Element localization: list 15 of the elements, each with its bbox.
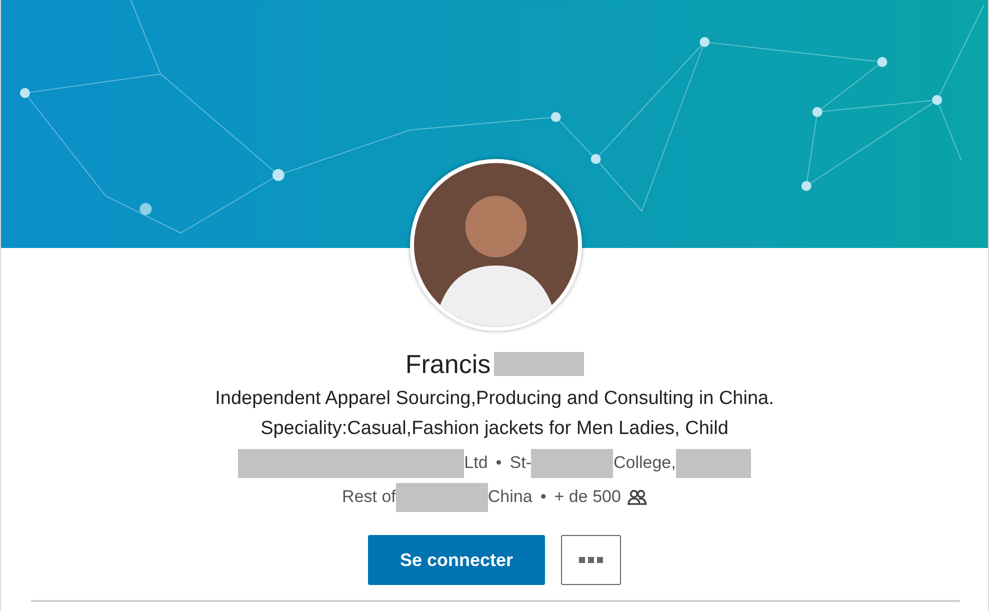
location-text: China <box>488 487 532 507</box>
experience-text: Ltd <box>464 453 488 473</box>
more-icon <box>579 557 603 563</box>
experience-text: St- <box>510 453 532 473</box>
headline-text: Independent Apparel Sourcing,Producing and Consulting in China. <box>215 387 774 411</box>
headline-text: Speciality:Casual,Fashion jackets for Men Ladies, Child <box>260 417 730 441</box>
location-text: Rest of <box>342 487 396 507</box>
more-button[interactable] <box>561 535 621 585</box>
separator-dot: • <box>496 453 502 473</box>
location-text: + de 500 <box>554 487 621 507</box>
experience-text: College, <box>613 453 676 473</box>
separator-dot: • <box>540 487 546 507</box>
connect-button[interactable]: Se connecter <box>368 535 545 585</box>
people-icon <box>626 489 647 505</box>
profile-name: Francis <box>405 348 491 380</box>
